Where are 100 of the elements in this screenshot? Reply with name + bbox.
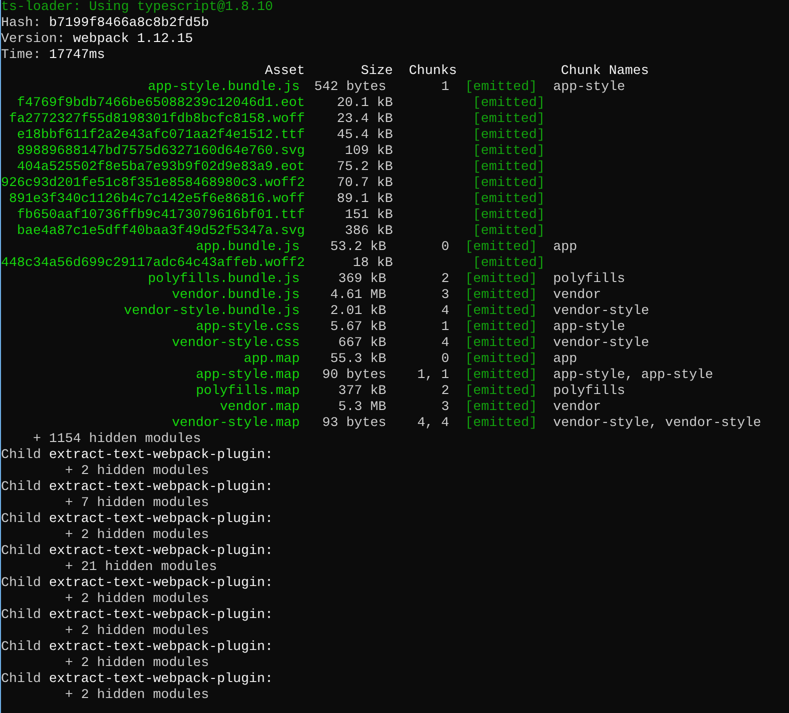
asset-name: 448c34a56d699c29117adc64c43affeb.woff2 — [1, 256, 305, 272]
asset-name: 891e3f340c1126b4c7c142e5f6e86816.woff — [8, 192, 305, 208]
status-text: [emitted] — [472, 112, 545, 128]
chunk-id: 3 — [440, 288, 450, 304]
status-text: [emitted] — [472, 192, 545, 208]
status-text: [emitted] — [472, 96, 545, 112]
hidden-modules-text: + 1154 hidden modules — [32, 432, 201, 447]
chunk-id: 3 — [440, 400, 450, 416]
file-size: 5.67 kB — [329, 320, 386, 336]
info-value: webpack 1.12.15 — [73, 32, 193, 48]
file-size: 109 kB — [344, 144, 393, 160]
child-label: Child — [1, 512, 41, 528]
status-text: [emitted] — [465, 240, 538, 256]
hidden-modules-text: + 7 hidden modules — [64, 496, 209, 511]
asset-name: app-style.css — [194, 320, 300, 336]
status-text: [emitted] — [472, 144, 545, 160]
chunk-id: 4 — [440, 304, 450, 320]
chunk-name: app-style — [553, 320, 626, 336]
asset-name: polyfills.map — [194, 384, 300, 400]
chunk-id: 1 — [440, 320, 450, 336]
file-size: 5.3 MB — [337, 400, 386, 416]
file-size: 4.61 MB — [329, 288, 386, 304]
plugin-name: extract-text-webpack-plugin: — [49, 544, 273, 560]
child-label: Child — [1, 608, 41, 624]
asset-name: app-style.bundle.js — [146, 80, 300, 96]
loader-message: ts-loader: Using typescript@1.8.10 — [1, 0, 273, 16]
info-label: Time: — [1, 48, 41, 64]
chunk-id: 1 — [440, 80, 450, 96]
asset-name: polyfills.bundle.js — [146, 272, 300, 288]
child-label: Child — [1, 672, 41, 688]
column-header: Chunk Names — [560, 64, 650, 80]
status-text: [emitted] — [465, 336, 538, 352]
child-label: Child — [1, 480, 41, 496]
chunk-name: app-style — [553, 80, 626, 96]
file-size: 667 kB — [337, 336, 386, 352]
file-size: 90 bytes — [321, 368, 386, 384]
status-text: [emitted] — [465, 80, 538, 96]
status-text: [emitted] — [465, 352, 538, 368]
chunk-name: polyfills — [553, 272, 626, 288]
status-text: [emitted] — [465, 272, 538, 288]
chunk-name: app — [553, 352, 578, 368]
child-label: Child — [1, 640, 41, 656]
info-label: Version: — [1, 32, 65, 48]
chunk-id: 2 — [440, 272, 450, 288]
file-size: 93 bytes — [321, 416, 386, 432]
asset-name: e18bbf611f2a2e43afc071aa2f4e1512.ttf — [16, 128, 305, 144]
file-size: 377 kB — [337, 384, 386, 400]
chunk-name: vendor-style — [553, 304, 650, 320]
info-value: b7199f8466a8c8b2fd5b — [49, 16, 209, 32]
chunk-name: vendor — [553, 288, 602, 304]
child-label: Child — [1, 576, 41, 592]
file-size: 369 kB — [337, 272, 386, 288]
asset-name: vendor.map — [218, 400, 300, 416]
asset-name: app.map — [242, 352, 300, 368]
status-text: [emitted] — [472, 128, 545, 144]
file-size: 75.2 kB — [336, 160, 393, 176]
chunk-id: 0 — [440, 240, 450, 256]
hidden-modules-text: + 2 hidden modules — [64, 592, 209, 607]
chunk-name: app-style, app-style — [553, 368, 714, 384]
asset-name: vendor.bundle.js — [170, 288, 300, 304]
chunk-name: polyfills — [553, 384, 626, 400]
chunk-name: vendor — [553, 400, 602, 416]
asset-name: bae4a87c1e5dff40baa3f49d52f5347a.svg — [16, 224, 305, 240]
chunk-name: vendor-style — [553, 336, 650, 352]
chunk-id: 4 — [440, 336, 450, 352]
hidden-modules-text: + 2 hidden modules — [64, 528, 209, 543]
asset-name: 89889688147bd7575d6327160d64e760.svg — [16, 144, 305, 160]
status-text: [emitted] — [465, 288, 538, 304]
file-size: 23.4 kB — [336, 112, 393, 128]
asset-name: fb650aaf10736ffb9c4173079616bf01.ttf — [16, 208, 305, 224]
plugin-name: extract-text-webpack-plugin: — [49, 640, 273, 656]
file-size: 53.2 kB — [329, 240, 386, 256]
asset-name: app-style.map — [194, 368, 300, 384]
asset-name: 926c93d201fe51c8f351e858468980c3.woff2 — [1, 176, 305, 192]
file-size: 20.1 kB — [336, 96, 393, 112]
column-header: Size — [360, 64, 393, 80]
status-text: [emitted] — [472, 224, 545, 240]
file-size: 151 kB — [344, 208, 393, 224]
plugin-name: extract-text-webpack-plugin: — [49, 672, 273, 688]
child-label: Child — [1, 544, 41, 560]
hidden-modules-text: + 2 hidden modules — [64, 656, 209, 671]
file-size: 55.3 kB — [329, 352, 386, 368]
plugin-name: extract-text-webpack-plugin: — [49, 480, 273, 496]
file-size: 386 kB — [344, 224, 393, 240]
file-size: 542 bytes — [313, 80, 386, 96]
asset-name: vendor-style.css — [170, 336, 300, 352]
asset-name: vendor-style.bundle.js — [122, 304, 300, 320]
file-size: 70.7 kB — [336, 176, 393, 192]
asset-name: fa2772327f55d8198301fdb8bcfc8158.woff — [8, 112, 305, 128]
chunk-name: vendor-style, vendor-style — [553, 416, 762, 432]
info-value: 17747ms — [49, 48, 105, 64]
asset-name: f4769f9bdb7466be65088239c12046d1.eot — [16, 96, 305, 112]
column-header: Asset — [264, 64, 305, 80]
column-header: Chunks — [408, 64, 457, 80]
status-text: [emitted] — [472, 176, 545, 192]
plugin-name: extract-text-webpack-plugin: — [49, 448, 273, 464]
status-text: [emitted] — [465, 320, 538, 336]
file-size: 18 kB — [352, 256, 393, 272]
status-text: [emitted] — [472, 256, 545, 272]
hidden-modules-text: + 2 hidden modules — [64, 624, 209, 639]
